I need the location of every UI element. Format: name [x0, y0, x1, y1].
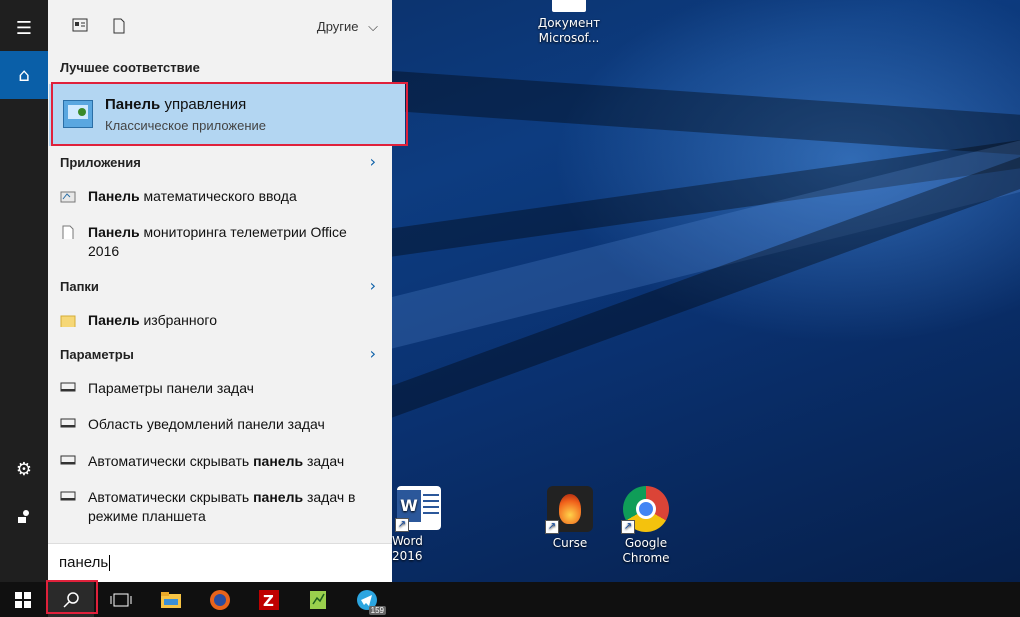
app-result-label-bold: Панель	[88, 188, 140, 204]
settings-expand-button[interactable]: ›	[370, 344, 376, 363]
light-ray	[377, 70, 1020, 159]
taskbar-settings-icon	[60, 418, 76, 428]
settings-label-pre: Область уведомлений панели задач	[88, 416, 325, 432]
settings-label-pre: Автоматически скрывать	[88, 489, 254, 505]
firefox-icon	[210, 589, 230, 610]
apps-expand-button[interactable]: ›	[370, 152, 376, 171]
svg-text:Z: Z	[263, 592, 274, 610]
search-box[interactable]: панель	[48, 543, 392, 583]
app-result-label-rest: математического ввода	[139, 188, 297, 204]
app-result-label-bold: Панель	[88, 224, 140, 240]
text-caret	[109, 555, 111, 572]
desktop-icon-label: Curse	[552, 536, 588, 550]
desktop-icon-label: Google Chrome	[622, 536, 670, 565]
other-filter-label: Другие	[316, 19, 359, 34]
settings-label-pre: Автоматически скрывать	[88, 453, 254, 469]
settings-label-bold: панель	[253, 453, 304, 469]
search-query-text: панель	[59, 554, 109, 571]
folders-expand-button[interactable]: ›	[370, 276, 376, 295]
chevron-right-icon: ›	[369, 276, 376, 295]
desktop-icon-label: Word 2016	[392, 534, 423, 563]
taskbar-settings-icon	[60, 382, 76, 392]
taskbar-settings-icon	[60, 455, 76, 465]
settings-section-header: Параметры	[60, 347, 134, 362]
desktop-icon-curse[interactable]: ↗ Curse	[535, 486, 605, 551]
hamburger-icon: ☰	[15, 17, 33, 39]
filezilla-icon: Z	[259, 589, 279, 610]
start-button[interactable]	[0, 582, 46, 617]
settings-button[interactable]: ⚙	[0, 445, 48, 493]
settings-result-label: Автоматически скрывать панель задач в ре…	[88, 488, 378, 526]
task-view-icon	[110, 593, 132, 606]
desktop-icon-chrome[interactable]: ↗ Google Chrome	[611, 486, 681, 566]
document-icon	[552, 0, 586, 12]
document-icon	[62, 225, 74, 239]
search-input[interactable]: панель	[59, 554, 111, 572]
shortcut-arrow-icon: ↗	[621, 520, 635, 534]
taskbar-settings-icon	[60, 491, 76, 501]
desktop-icon-word[interactable]: W ↗ Word 2016	[384, 486, 454, 564]
feedback-icon	[18, 510, 29, 523]
hamburger-menu-button[interactable]: ☰	[0, 4, 48, 52]
app-result-label: Панель математического ввода	[88, 187, 378, 206]
taskbar-telegram[interactable]: 159	[344, 582, 390, 617]
desktop-icon-label: Документ Microsof...	[537, 16, 601, 45]
feedback-button[interactable]	[0, 493, 48, 541]
apps-section-header: Приложения	[60, 155, 141, 170]
gear-icon: ⚙	[15, 458, 33, 480]
chrome-icon: ↗	[621, 486, 669, 534]
taskbar-file-explorer[interactable]	[148, 582, 194, 617]
notification-badge: 159	[368, 606, 386, 615]
start-rail: ☰ ⌂ ⚙	[0, 0, 48, 582]
shortcut-arrow-icon: ↗	[395, 518, 409, 532]
notepad-icon	[310, 590, 326, 609]
home-button[interactable]: ⌂	[0, 51, 48, 99]
word-icon: W ↗	[395, 486, 441, 532]
settings-result-label: Автоматически скрывать панель задач	[88, 452, 378, 471]
chevron-right-icon: ›	[369, 152, 376, 171]
document-icon	[113, 18, 125, 34]
windows-logo-icon	[15, 591, 31, 608]
settings-label-pre: Параметры панели задач	[88, 380, 254, 396]
folder-result-label: Панель избранного	[88, 311, 378, 330]
settings-result-label: Область уведомлений панели задач	[88, 415, 378, 434]
folders-section-header: Папки	[60, 279, 99, 294]
folder-icon	[60, 315, 76, 327]
taskbar-filezilla[interactable]: Z	[246, 582, 292, 617]
chevron-right-icon: ›	[369, 344, 376, 363]
folder-result-label-bold: Панель	[88, 312, 140, 328]
folder-result-label-rest: избранного	[139, 312, 217, 328]
documents-filter-button[interactable]	[112, 18, 128, 34]
taskbar-notepad[interactable]	[295, 582, 341, 617]
shortcut-arrow-icon: ↗	[545, 520, 559, 534]
settings-label-post: задач	[303, 453, 345, 469]
math-input-icon	[60, 191, 76, 203]
other-filter-dropdown[interactable]: Другие ⌵	[317, 19, 378, 35]
best-match-header: Лучшее соответствие	[60, 60, 200, 75]
news-filter-button[interactable]	[72, 18, 88, 34]
search-topbar: Другие ⌵	[48, 0, 392, 52]
desktop-icon-document[interactable]: Документ Microsof...	[534, 0, 604, 46]
task-view-button[interactable]	[98, 582, 144, 617]
chevron-down-icon: ⌵	[368, 19, 378, 34]
taskbar-firefox[interactable]	[197, 582, 243, 617]
newspaper-icon	[72, 18, 88, 32]
taskbar: Z 159	[0, 582, 1020, 617]
settings-result-label: Параметры панели задач	[88, 379, 378, 398]
file-explorer-icon	[161, 591, 181, 608]
home-icon: ⌂	[18, 64, 30, 86]
settings-label-bold: панель	[253, 489, 304, 505]
annotation-highlight-box	[51, 82, 408, 146]
annotation-highlight-box	[46, 580, 98, 614]
app-result-label: Панель мониторинга телеметрии Office 201…	[88, 223, 378, 261]
curse-icon: ↗	[545, 486, 593, 534]
